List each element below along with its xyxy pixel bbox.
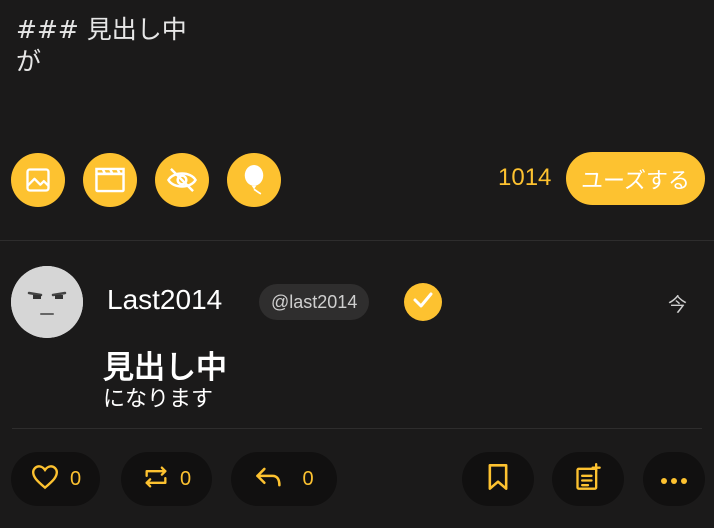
clapperboard-icon bbox=[94, 166, 126, 194]
balloon-icon bbox=[241, 165, 267, 195]
reply-icon bbox=[254, 465, 284, 493]
reply-button[interactable]: 0 bbox=[231, 452, 337, 506]
bookmark-icon bbox=[487, 463, 509, 495]
divider bbox=[0, 240, 714, 241]
user-handle[interactable]: @last2014 bbox=[259, 284, 370, 320]
heart-icon bbox=[30, 464, 60, 494]
renote-count: 0 bbox=[179, 467, 192, 490]
attach-image-button[interactable] bbox=[11, 153, 65, 207]
renote-button[interactable]: 0 bbox=[121, 452, 212, 506]
verified-badge bbox=[404, 283, 442, 321]
like-button[interactable]: 0 bbox=[11, 452, 100, 506]
reply-count: 0 bbox=[302, 467, 314, 490]
post-button[interactable]: ユーズする bbox=[566, 152, 705, 205]
repeat-icon bbox=[142, 464, 170, 494]
char-count: 1014 bbox=[498, 164, 552, 191]
clip-button[interactable] bbox=[552, 452, 624, 506]
composer-textarea[interactable]: ### 見出し中 が bbox=[16, 14, 576, 78]
image-icon bbox=[24, 166, 52, 194]
emoji-balloon-button[interactable] bbox=[227, 153, 281, 207]
content-warning-button[interactable] bbox=[155, 153, 209, 207]
avatar[interactable] bbox=[11, 266, 83, 338]
timestamp[interactable]: 今 bbox=[668, 290, 687, 317]
bookmark-button[interactable] bbox=[462, 452, 534, 506]
note-body: になります bbox=[103, 387, 214, 412]
more-icon bbox=[660, 470, 688, 489]
note-add-icon bbox=[574, 463, 602, 495]
attach-video-button[interactable] bbox=[83, 153, 137, 207]
like-count: 0 bbox=[69, 467, 82, 490]
check-icon bbox=[412, 291, 434, 313]
divider bbox=[12, 428, 702, 429]
more-button[interactable] bbox=[643, 452, 705, 506]
display-name[interactable]: Last2014 bbox=[107, 284, 222, 316]
eye-off-icon bbox=[166, 166, 198, 194]
